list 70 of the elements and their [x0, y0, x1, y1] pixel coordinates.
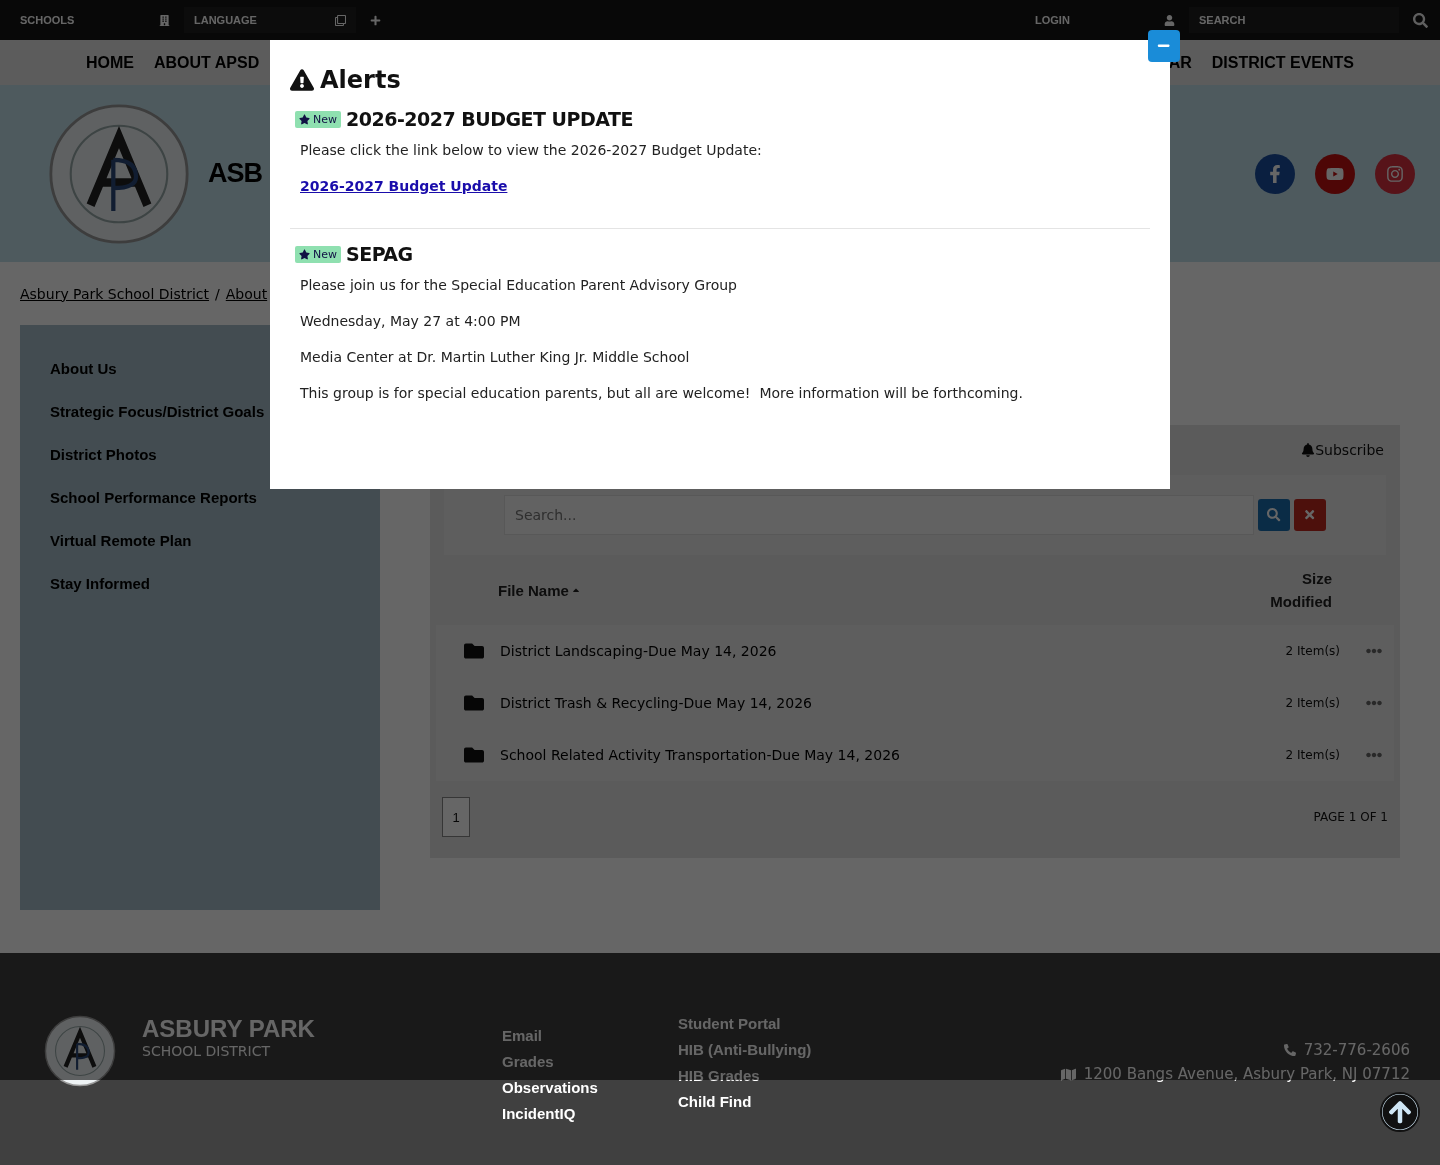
page-button[interactable]: 1 [442, 797, 470, 837]
footer-link[interactable]: IncidentIQ [502, 1105, 678, 1122]
column-header[interactable]: File Name [498, 581, 581, 599]
sidebar-link[interactable]: Virtual Remote Plan [50, 519, 380, 562]
column-header[interactable]: Modified [1270, 593, 1332, 610]
map-icon [1060, 1066, 1076, 1082]
new-badge: New [295, 245, 341, 263]
schools-menu[interactable]: SCHOOLS [20, 7, 170, 33]
squares-icon [335, 14, 346, 26]
phone-number: 732-776-2606 [1303, 1041, 1410, 1059]
nav-link[interactable]: ABOUT APSD [154, 53, 260, 72]
alert-text: Please join us for the Special Education Parent Advisory Group [300, 277, 738, 293]
facebook-icon[interactable] [1255, 153, 1295, 194]
folder-name[interactable]: District Trash & Recycling-Due May 14, 2026 [500, 695, 1286, 711]
folder-icon [464, 641, 484, 661]
bell-icon [1301, 443, 1316, 457]
footer-subtitle: SCHOOL DISTRICT [142, 1043, 271, 1059]
page-info: PAGE 1 OF 1 [1313, 810, 1388, 824]
close-icon [1303, 508, 1317, 522]
folder-name[interactable]: School Related Activity Transportation-Due May 14, 2026 [500, 747, 1286, 763]
search-field[interactable]: SEARCH [1189, 7, 1399, 33]
alert-title: SEPAG [346, 243, 413, 265]
logo-icon [48, 102, 190, 245]
alert-text: Wednesday, May 27 at 4:00 PM [300, 313, 522, 329]
breadcrumb-link[interactable]: Asbury Park School District [20, 285, 210, 302]
column-header[interactable]: Size [1302, 570, 1332, 587]
alert-title: 2026-2027 BUDGET UPDATE [346, 108, 633, 130]
instagram-icon[interactable] [1375, 153, 1415, 194]
language-menu[interactable]: LANGUAGE [184, 7, 356, 33]
sidebar-link[interactable]: Stay Informed [50, 562, 380, 605]
plus-icon[interactable] [370, 14, 381, 26]
footer-link[interactable]: Student Portal [678, 1015, 854, 1032]
sidebar-link[interactable]: School Performance Reports [50, 476, 380, 519]
alert-link[interactable]: 2026-2027 Budget Update [300, 178, 1150, 194]
dialog-title: Alerts [320, 66, 401, 94]
warning-icon [290, 68, 314, 92]
nav-link[interactable]: DISTRICT EVENTS [1211, 53, 1354, 72]
building-icon [159, 14, 170, 26]
footer-link[interactable]: HIB (Anti-Bullying) [678, 1041, 854, 1058]
item-count: 2 Item(s) [1285, 748, 1340, 762]
breadcrumb-separator: / [215, 285, 220, 302]
user-icon [1164, 14, 1175, 26]
nav-link[interactable]: HOME [86, 53, 134, 72]
item-count: 2 Item(s) [1285, 696, 1340, 710]
folder-name[interactable]: District Landscaping-Due May 14, 2026 [500, 643, 1286, 659]
folder-icon [464, 693, 484, 713]
alert-text: Media Center at Dr. Martin Luther King Jr. Middle School [300, 349, 691, 365]
footer-link[interactable]: Email [502, 1027, 678, 1044]
footer-link[interactable]: HIB Grades [678, 1067, 854, 1084]
new-badge: New [295, 110, 341, 128]
footer-link[interactable]: Child Find [678, 1093, 854, 1110]
footer-link[interactable]: Observations [502, 1079, 678, 1096]
search-button[interactable] [1258, 499, 1290, 531]
item-count: 2 Item(s) [1285, 644, 1340, 658]
search-icon[interactable] [1413, 12, 1428, 28]
site-name: ASB [208, 158, 262, 189]
logo-icon [44, 1015, 116, 1087]
folder-icon [464, 745, 484, 765]
youtube-icon[interactable] [1315, 153, 1355, 194]
login-link[interactable]: LOGIN [1035, 7, 1175, 33]
clear-button[interactable] [1294, 499, 1326, 531]
subscribe-link[interactable]: Subscribe [1301, 442, 1384, 458]
breadcrumb-link[interactable]: About [225, 285, 268, 302]
search-icon [1267, 508, 1281, 522]
alert-text: This group is for special education parents, but all are welcome! More information will be forthcoming. [300, 385, 1024, 401]
alert-text: Please click the link below to view the 2026-2027 Budget Update: [300, 142, 763, 158]
footer-title: ASBURY PARK [142, 1015, 316, 1043]
footer-link[interactable]: Grades [502, 1053, 678, 1070]
address: 1200 Bangs Avenue, Asbury Park, NJ 07712 [1083, 1065, 1410, 1083]
phone-icon [1283, 1044, 1296, 1056]
